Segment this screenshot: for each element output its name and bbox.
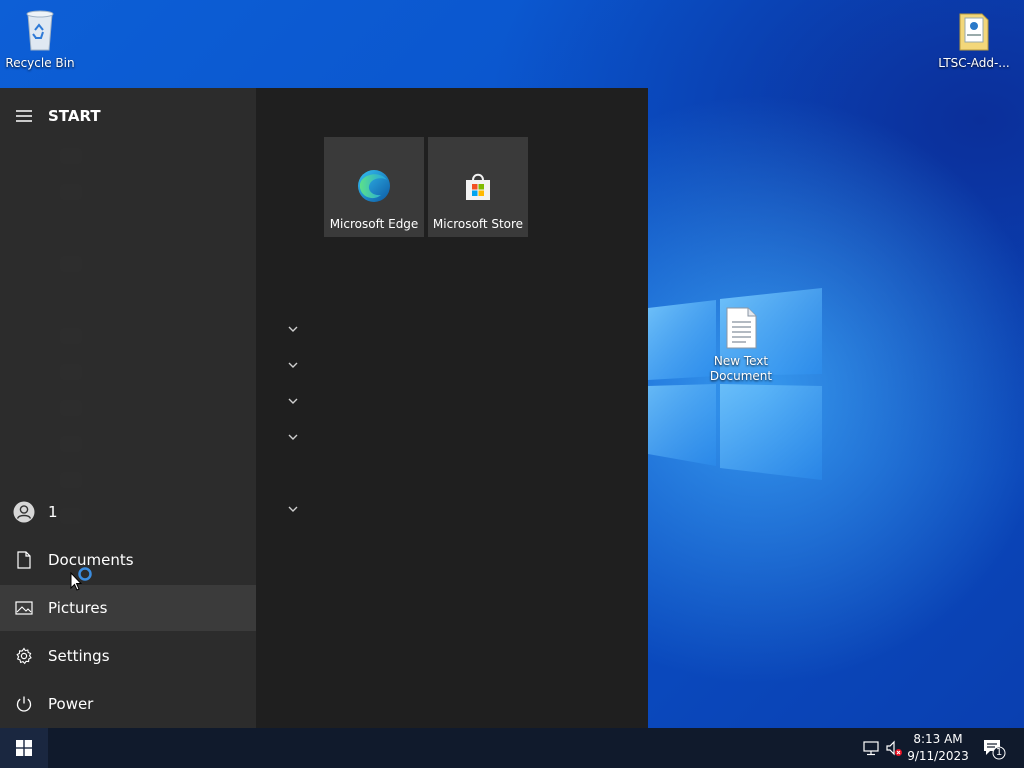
edge-icon [358,170,390,202]
chevron-down-icon[interactable] [287,395,299,407]
system-clock[interactable]: 8:13 AM 9/11/2023 [904,731,972,765]
tile-microsoft-store[interactable]: Microsoft Store [428,137,528,237]
power-icon [0,695,48,713]
rail-item-pictures[interactable]: Pictures [0,585,256,631]
desktop-icon-recycle-bin[interactable]: Recycle Bin [0,8,80,71]
start-menu: START 1 Documents Pictures Settings Powe… [0,88,648,728]
recycle-bin-icon [26,10,54,51]
chevron-down-icon[interactable] [287,323,299,335]
rail-item-user[interactable]: 1 [0,489,256,535]
windows-start-icon [16,740,32,756]
ltsc-add-label: LTSC-Add-... [938,56,1010,70]
start-button[interactable] [0,728,48,768]
document-icon [0,551,48,569]
network-icon[interactable] [861,738,881,758]
clock-time: 8:13 AM [913,732,963,746]
start-title: START [48,107,101,125]
chevron-down-icon[interactable] [287,503,299,515]
desktop-icon-new-text-document[interactable]: New Text Document [701,306,781,384]
busy-spinner-icon [78,567,92,581]
text-document-icon [726,307,757,349]
tile-edge-label: Microsoft Edge [329,217,419,231]
rail-settings-label: Settings [48,647,110,665]
clock-date: 9/11/2023 [907,749,969,763]
chevron-down-icon[interactable] [287,431,299,443]
folder-document-icon [959,13,989,51]
taskbar: 8:13 AM 9/11/2023 1 [0,728,1024,768]
rail-power-label: Power [48,695,94,713]
action-center-button[interactable]: 1 [982,736,1006,760]
gear-icon [0,647,48,665]
recycle-bin-label: Recycle Bin [5,56,75,70]
pictures-icon [0,601,48,615]
desktop-icon-ltsc-add[interactable]: LTSC-Add-... [934,8,1014,71]
start-rail: START 1 Documents Pictures Settings Powe… [0,88,256,728]
hamburger-menu-icon[interactable] [0,110,48,122]
store-icon [466,173,490,200]
rail-pictures-label: Pictures [48,599,108,617]
tile-store-label: Microsoft Store [432,217,524,231]
rail-item-settings[interactable]: Settings [0,633,256,679]
chevron-down-icon[interactable] [287,359,299,371]
start-header[interactable]: START [0,94,256,138]
rail-item-documents[interactable]: Documents [0,537,256,583]
rail-item-power[interactable]: Power [0,681,256,727]
tile-microsoft-edge[interactable]: Microsoft Edge [324,137,424,237]
notification-count-badge: 1 [995,747,1003,758]
rail-user-label: 1 [48,503,58,521]
new-text-document-label: New Text Document [709,354,773,383]
user-avatar-icon [0,501,48,523]
volume-muted-icon[interactable] [884,738,904,758]
